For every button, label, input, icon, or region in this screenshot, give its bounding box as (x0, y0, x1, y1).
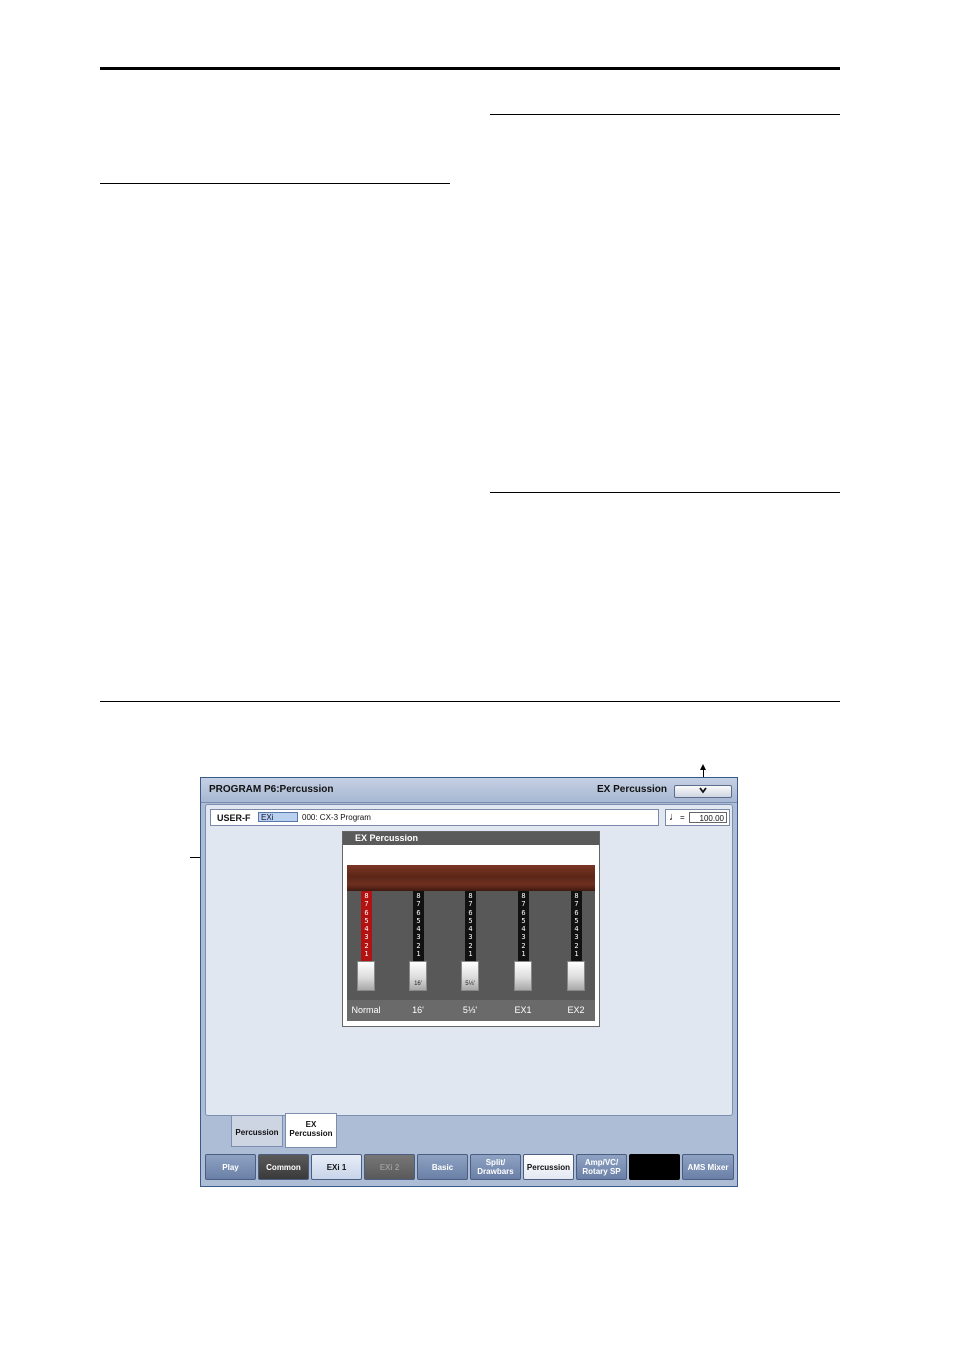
tab-label: EXi 2 (379, 1162, 400, 1172)
drawbar-16[interactable]: 87654321 (413, 891, 424, 961)
tempo-field[interactable]: ♩ = 100.00 (665, 809, 730, 826)
arrowhead-menu (700, 764, 706, 770)
tempo-equals: = (680, 813, 685, 822)
page-label: EX Percussion (596, 784, 667, 795)
drawbar-scale: 87654321 (468, 892, 473, 959)
tab-common[interactable]: Common (258, 1154, 309, 1180)
section-rule-right-2 (490, 492, 840, 493)
drawbar-label-5-1-3: 5⅓' (462, 1005, 478, 1015)
program-select[interactable]: USER-F EXi 000: CX-3 Program (210, 809, 659, 826)
program-screen: PROGRAM P6:Percussion EX Percussion USER… (200, 777, 738, 1187)
drawbar-label-ex2: EX2 (567, 1005, 585, 1015)
subtab-label-line2: Percussion (289, 1129, 333, 1138)
drawbar-scale: 87654321 (364, 892, 369, 959)
tab-label: Amp/VC/ (584, 1158, 619, 1167)
wood-trim (347, 865, 595, 891)
subtab-ex-percussion[interactable]: EX Percussion (285, 1113, 337, 1148)
tab-exi-1[interactable]: EXi 1 (311, 1154, 362, 1180)
tab-label-line2: Drawbars (477, 1167, 514, 1176)
page-tabs: Play Common EXi 1 EXi 2 Basic Split/Draw… (205, 1154, 737, 1182)
drawbar-ex1[interactable]: 87654321 (518, 891, 529, 961)
chevron-down-icon (697, 784, 709, 799)
tab-empty (629, 1154, 680, 1180)
drawbar-labels: Normal 16' 5⅓' EX1 EX2 (347, 1000, 595, 1021)
drawbar-knob-ex2[interactable] (567, 961, 585, 991)
subtab-percussion[interactable]: Percussion (231, 1115, 283, 1147)
tab-basic[interactable]: Basic (417, 1154, 468, 1180)
top-rule (100, 67, 840, 70)
drawbar-scale: 87654321 (574, 892, 579, 959)
drawbar-area: 87654321 87654321 16' 87654321 5⅓' 87654… (347, 865, 595, 1021)
drawbar-scale: 87654321 (416, 892, 421, 959)
page-menu-button[interactable] (674, 785, 732, 798)
tab-amp-vc-rotary[interactable]: Amp/VC/Rotary SP (576, 1154, 627, 1180)
drawbar-knob-normal[interactable] (357, 961, 375, 991)
page-title: PROGRAM P6:Percussion (209, 784, 334, 795)
tab-exi-2[interactable]: EXi 2 (364, 1154, 415, 1180)
panel-header: EX Percussion (343, 832, 599, 845)
drawbar-5-1-3[interactable]: 87654321 (465, 891, 476, 961)
subtab-label: EX (305, 1120, 317, 1129)
tab-label-line2: Rotary SP (582, 1167, 621, 1176)
drawbar-ex2[interactable]: 87654321 (571, 891, 582, 961)
tab-play[interactable]: Play (205, 1154, 256, 1180)
tab-label: Common (266, 1162, 301, 1172)
program-type-badge: EXi (258, 812, 298, 822)
tab-label: Split/ (485, 1158, 506, 1167)
subtab-label: Percussion (235, 1128, 279, 1137)
program-name: 000: CX-3 Program (302, 813, 371, 822)
tab-label: AMS Mixer (687, 1162, 729, 1172)
bank-label: USER-F (217, 813, 251, 823)
drawbar-cap-label: 16' (414, 981, 422, 987)
quarter-note-icon: ♩ (669, 811, 680, 823)
drawbar-label-normal: Normal (351, 1005, 381, 1015)
title-bar: PROGRAM P6:Percussion EX Percussion (201, 778, 737, 803)
drawbar-cap-label: 5⅓' (465, 981, 475, 987)
tab-percussion[interactable]: Percussion (523, 1154, 574, 1180)
drawbar-scale: 87654321 (521, 892, 526, 959)
drawbar-normal[interactable]: 87654321 (361, 891, 372, 961)
main-panel: USER-F EXi 000: CX-3 Program ♩ = 100.00 … (205, 804, 733, 1116)
drawbar-knob-ex1[interactable] (514, 961, 532, 991)
tempo-value[interactable]: 100.00 (689, 812, 727, 823)
tab-label: Basic (431, 1162, 454, 1172)
section-rule-right-1 (490, 114, 840, 115)
panel-title: EX Percussion (355, 833, 419, 843)
tab-ams-mixer[interactable]: AMS Mixer (682, 1154, 734, 1180)
section-rule-full (100, 701, 840, 702)
drawbar-knob-16[interactable]: 16' (409, 961, 427, 991)
drawbar-label-16: 16' (412, 1005, 424, 1015)
tab-label: Percussion (526, 1162, 571, 1172)
tab-label: EXi 1 (326, 1162, 347, 1172)
drawbar-label-ex1: EX1 (514, 1005, 532, 1015)
section-rule-left (100, 183, 450, 184)
ex-percussion-panel: EX Percussion 87654321 87654321 16' 8765… (342, 831, 600, 1027)
tab-label: Play (222, 1162, 239, 1172)
tab-split-drawbars[interactable]: Split/Drawbars (470, 1154, 521, 1180)
drawbar-knob-5-1-3[interactable]: 5⅓' (461, 961, 479, 991)
